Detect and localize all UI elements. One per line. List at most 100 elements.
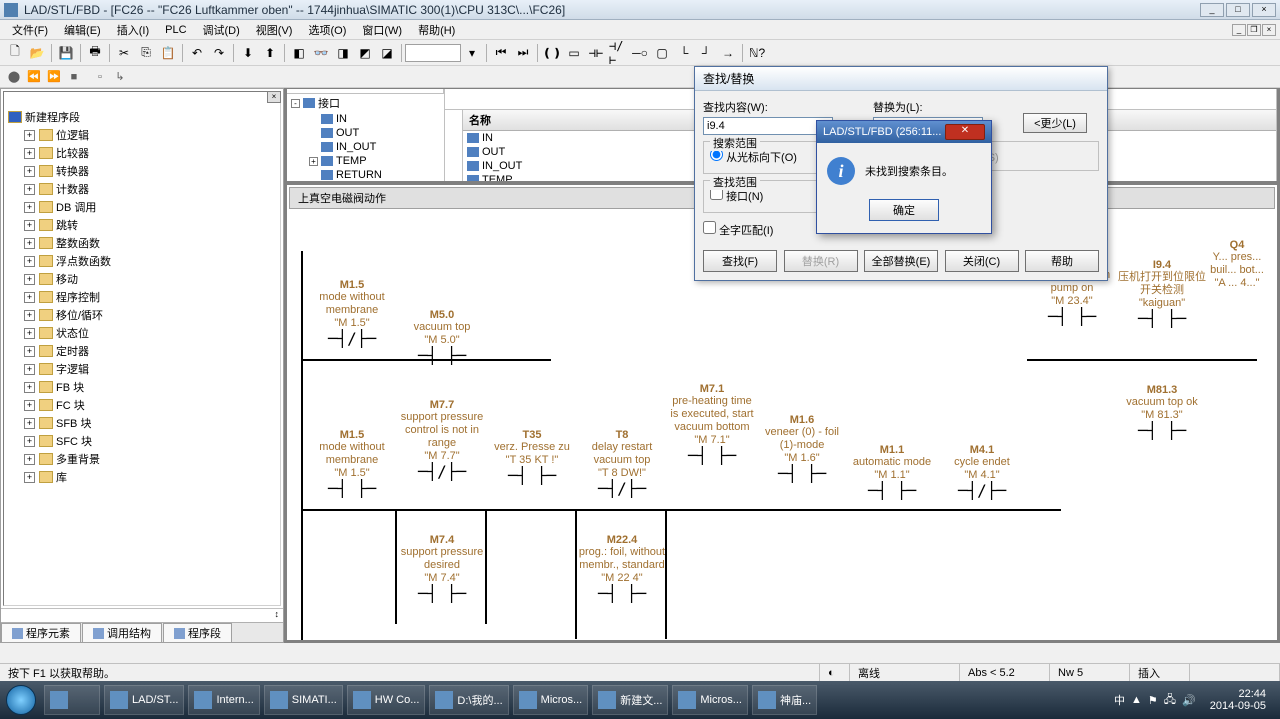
iface-row[interactable]: IN (287, 112, 444, 126)
new-icon[interactable]: 🗋 (5, 43, 25, 63)
tree-item[interactable]: +转换器 (8, 162, 276, 180)
tree-item[interactable]: +SFB 块 (8, 414, 276, 432)
replace-button[interactable]: 替换(R) (784, 250, 858, 272)
copy-icon[interactable]: ⎘ (136, 43, 156, 63)
taskbar-item[interactable]: SIMATI... (264, 685, 343, 715)
menu-window[interactable]: 窗口(W) (354, 22, 410, 38)
expand-icon[interactable]: + (24, 400, 35, 411)
tree-item[interactable]: +DB 调用 (8, 198, 276, 216)
cut-icon[interactable]: ✂ (114, 43, 134, 63)
tree-item[interactable]: +程序控制 (8, 288, 276, 306)
msgbox-close-icon[interactable]: ✕ (945, 124, 985, 140)
expand-icon[interactable]: + (24, 364, 35, 375)
tree-item[interactable]: +多重背景 (8, 450, 276, 468)
dropdown-icon[interactable]: ▾ (462, 43, 482, 63)
find-dialog-title[interactable]: 查找/替换 (695, 67, 1107, 91)
tree-item[interactable]: +浮点数函数 (8, 252, 276, 270)
tab-program-elements[interactable]: 程序元素 (1, 623, 81, 642)
help-button[interactable]: 帮助 (1025, 250, 1099, 272)
taskbar-item[interactable]: D:\我的... (429, 685, 508, 715)
maximize-button[interactable]: □ (1226, 3, 1250, 17)
contact-m4-1[interactable]: ─┤/├─ (958, 481, 1006, 500)
contact-m1-6[interactable]: ─┤ ├─ (778, 464, 826, 483)
tool3-icon[interactable]: ◩ (355, 43, 375, 63)
menu-debug[interactable]: 调试(D) (195, 22, 248, 38)
close-button[interactable]: × (1252, 3, 1276, 17)
expand-icon[interactable]: + (24, 166, 35, 177)
paste-icon[interactable]: 📋 (158, 43, 178, 63)
print-icon[interactable]: 🖶 (85, 43, 105, 63)
start-button[interactable] (0, 681, 42, 719)
glasses-icon[interactable]: 👓 (311, 43, 331, 63)
undo-icon[interactable]: ↶ (187, 43, 207, 63)
tree-item[interactable]: +FC 块 (8, 396, 276, 414)
tool2-icon[interactable]: ◨ (333, 43, 353, 63)
contact-m1-1[interactable]: ─┤ ├─ (868, 481, 916, 500)
nav2-icon[interactable]: ⏭ (513, 43, 533, 63)
expand-icon[interactable]: - (291, 99, 300, 108)
tree-item[interactable]: +字逻辑 (8, 360, 276, 378)
tree-item[interactable]: +定时器 (8, 342, 276, 360)
tree-item[interactable]: +位逻辑 (8, 126, 276, 144)
mdi-close-button[interactable]: × (1262, 24, 1276, 36)
expand-icon[interactable]: + (24, 418, 35, 429)
menu-file[interactable]: 文件(F) (4, 22, 56, 38)
mdi-minimize-button[interactable]: _ (1232, 24, 1246, 36)
panel-close-icon[interactable]: × (267, 91, 281, 103)
tray-network-icon[interactable]: 🖧 (1164, 691, 1176, 710)
expand-icon[interactable]: + (24, 292, 35, 303)
expand-icon[interactable]: + (24, 130, 35, 141)
tree-item[interactable]: +移动 (8, 270, 276, 288)
goto-combo[interactable] (405, 44, 461, 62)
expand-icon[interactable]: + (24, 454, 35, 465)
expand-icon[interactable]: + (24, 184, 35, 195)
tree-item[interactable]: +SFC 块 (8, 432, 276, 450)
iface-row[interactable]: +TEMP (287, 154, 444, 168)
conn-icon[interactable]: → (718, 43, 738, 63)
expand-icon[interactable]: + (24, 148, 35, 159)
menu-options[interactable]: 选项(O) (300, 22, 354, 38)
menu-insert[interactable]: 插入(I) (109, 22, 157, 38)
expand-icon[interactable]: + (24, 472, 35, 483)
taskbar-item[interactable]: Micros... (672, 685, 748, 715)
taskbar-item[interactable]: HW Co... (347, 685, 426, 715)
tree-item[interactable]: +FB 块 (8, 378, 276, 396)
taskbar-item[interactable]: 神庙... (752, 685, 817, 715)
contact-t8[interactable]: ─┤/├─ (598, 479, 646, 498)
contact-m5-0[interactable]: ─┤ ├─ (418, 346, 466, 365)
iface-row[interactable]: OUT (287, 126, 444, 140)
taskbar-clock[interactable]: 22:44 2014-09-05 (1202, 688, 1274, 712)
tab-call-structure[interactable]: 调用结构 (82, 623, 162, 642)
tab-networks[interactable]: 程序段 (163, 623, 232, 642)
tree-item[interactable]: +跳转 (8, 216, 276, 234)
contact-m7-1[interactable]: ─┤ ├─ (688, 446, 736, 465)
mdi-restore-button[interactable]: ❐ (1247, 24, 1261, 36)
panel-scroll-arrows[interactable]: ↕ (1, 608, 283, 622)
contact-m7-4[interactable]: ─┤ ├─ (418, 584, 466, 603)
close-dialog-button[interactable]: 关闭(C) (945, 250, 1019, 272)
download-icon[interactable]: ⬇ (238, 43, 258, 63)
t2-icon[interactable]: ▫ (91, 68, 109, 86)
taskbar-pinned-1[interactable] (44, 685, 100, 715)
expand-icon[interactable]: + (24, 220, 35, 231)
coil-icon[interactable]: ─○ (630, 43, 650, 63)
taskbar-item[interactable]: 新建文... (592, 685, 668, 715)
expand-icon[interactable]: + (24, 238, 35, 249)
skip-back-icon[interactable]: ⏪ (25, 68, 43, 86)
contact-icon[interactable]: ⊣⊢ (586, 43, 606, 63)
open-icon[interactable]: 📂 (27, 43, 47, 63)
redo-icon[interactable]: ↷ (209, 43, 229, 63)
tree-item[interactable]: +计数器 (8, 180, 276, 198)
tray-volume-icon[interactable]: 🔊 (1182, 694, 1196, 707)
contact-t35[interactable]: ─┤ ├─ (508, 466, 556, 485)
taskbar-item[interactable]: LAD/ST... (104, 685, 184, 715)
msgbox-titlebar[interactable]: LAD/STL/FBD (256:11... ✕ (817, 121, 991, 143)
menu-plc[interactable]: PLC (157, 24, 194, 36)
expand-icon[interactable]: + (24, 346, 35, 357)
upload-icon[interactable]: ⬆ (260, 43, 280, 63)
nav1-icon[interactable]: ⏮ (491, 43, 511, 63)
minimize-button[interactable]: _ (1200, 3, 1224, 17)
contact-m22-4[interactable]: ─┤ ├─ (598, 584, 646, 603)
rec-icon[interactable]: ⬤ (5, 68, 23, 86)
expand-icon[interactable]: + (309, 157, 318, 166)
